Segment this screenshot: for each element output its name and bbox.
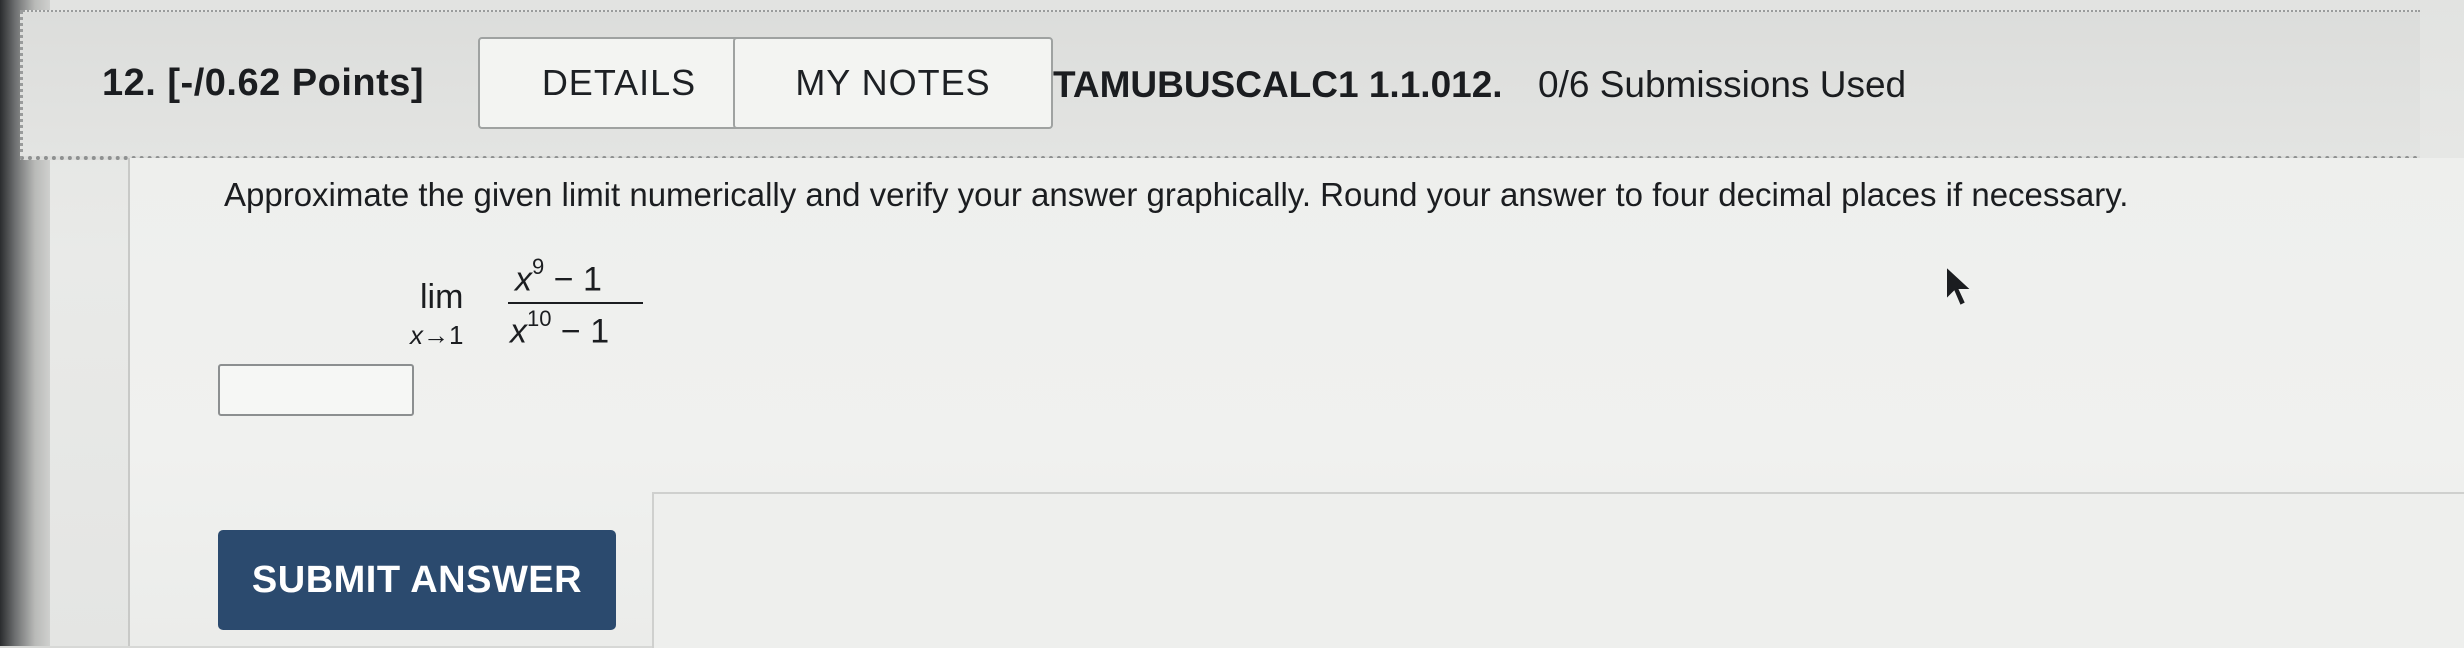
feedback-area xyxy=(652,492,2464,648)
numerator-exponent: 9 xyxy=(532,254,545,279)
fraction-bar xyxy=(508,302,643,304)
answer-input[interactable] xyxy=(218,364,414,416)
denominator-exponent: 10 xyxy=(527,306,552,331)
denominator: x10 − 1 xyxy=(510,306,610,351)
limit-expression: lim x→1 x9 − 1 x10 − 1 xyxy=(400,254,660,358)
question-prompt: Approximate the given limit numerically … xyxy=(224,176,2129,213)
details-button[interactable]: DETAILS xyxy=(478,37,760,129)
denominator-base: x xyxy=(510,312,527,351)
arrow-icon: → xyxy=(423,320,449,350)
numerator: x9 − 1 xyxy=(515,254,602,299)
lim-subscript: x→1 xyxy=(410,320,463,351)
lim-label: lim xyxy=(420,278,464,316)
mouse-pointer-icon xyxy=(1945,263,1975,308)
denominator-tail: − 1 xyxy=(551,312,610,351)
numerator-base: x xyxy=(515,260,532,299)
submit-answer-button[interactable]: SUBMIT ANSWER xyxy=(218,530,616,630)
approach-variable: x xyxy=(410,320,423,350)
submissions-used: 0/6 Submissions Used xyxy=(1538,64,1907,105)
problem-code: TAMUBUSCALC1 1.1.012. xyxy=(1053,64,1503,105)
question-number-points: 12. [-/0.62 Points] xyxy=(102,62,425,104)
my-notes-button[interactable]: MY NOTES xyxy=(733,37,1053,129)
approach-value: 1 xyxy=(449,320,464,350)
numerator-tail: − 1 xyxy=(544,260,602,299)
